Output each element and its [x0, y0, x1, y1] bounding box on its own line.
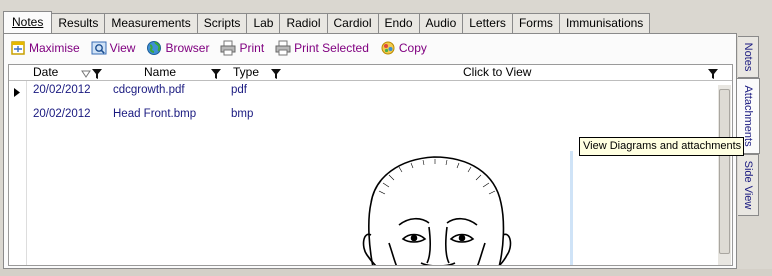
row-date: 20/02/2012 — [33, 108, 91, 120]
copy-button[interactable]: Copy — [378, 38, 431, 58]
tab-bar: Notes Results Measurements Scripts Lab R… — [3, 11, 651, 33]
print-button[interactable]: Print — [218, 38, 268, 58]
row-date: 20/02/2012 — [33, 84, 91, 96]
side-tab-label: Side View — [742, 160, 754, 210]
filter-icon[interactable] — [211, 68, 221, 79]
print-selected-button[interactable]: Print Selected — [273, 38, 373, 58]
tooltip: View Diagrams and attachments — [579, 137, 744, 156]
copy-icon — [380, 40, 396, 56]
tab-audio[interactable]: Audio — [418, 13, 464, 33]
preview-divider — [570, 151, 573, 265]
tab-lab[interactable]: Lab — [246, 13, 281, 33]
sort-descending-icon[interactable] — [81, 68, 91, 78]
tab-immunisations[interactable]: Immunisations — [558, 13, 651, 33]
printer-icon — [220, 40, 236, 56]
tab-endo[interactable]: Endo — [377, 13, 420, 33]
maximise-icon — [10, 40, 26, 56]
print-label: Print — [239, 41, 265, 55]
globe-icon — [146, 40, 162, 56]
row-name: cdcgrowth.pdf — [113, 84, 185, 96]
column-name[interactable]: Name — [144, 65, 176, 81]
tab-notes[interactable]: Notes — [3, 11, 53, 33]
maximise-label: Maximise — [29, 41, 80, 55]
row-selector-column — [9, 81, 27, 265]
scrollbar-thumb[interactable] — [719, 89, 730, 254]
tab-forms[interactable]: Forms — [511, 13, 560, 33]
column-click-to-view[interactable]: Click to View — [463, 65, 531, 81]
filter-icon[interactable] — [92, 68, 102, 79]
row-type: bmp — [231, 108, 254, 120]
current-row-arrow-icon — [14, 88, 20, 97]
side-tab-notes[interactable]: Notes — [738, 36, 759, 78]
view-label: View — [109, 41, 136, 55]
app-window: Notes Results Measurements Scripts Lab R… — [0, 0, 772, 276]
print-selected-label: Print Selected — [294, 41, 369, 55]
copy-label: Copy — [398, 41, 427, 55]
maximise-button[interactable]: Maximise — [8, 38, 84, 58]
tab-radiol[interactable]: Radiol — [279, 13, 328, 33]
tab-letters[interactable]: Letters — [462, 13, 513, 33]
view-icon — [91, 40, 107, 56]
column-date[interactable]: Date — [33, 65, 58, 81]
grid-header: Date Name Type Click to View — [9, 65, 732, 81]
row-name: Head Front.bmp — [113, 108, 197, 120]
attachments-grid: Date Name Type Click to View 20/02/2012 … — [8, 64, 733, 266]
tab-label: Notes — [12, 15, 44, 29]
head-front-diagram[interactable] — [359, 151, 529, 266]
tab-results[interactable]: Results — [51, 13, 106, 33]
column-type[interactable]: Type — [233, 65, 259, 81]
vertical-scrollbar[interactable] — [718, 85, 731, 265]
view-button[interactable]: View — [89, 38, 140, 58]
row-type: pdf — [231, 84, 247, 96]
printer-icon — [275, 40, 291, 56]
tab-cardiol[interactable]: Cardiol — [326, 13, 379, 33]
filter-icon[interactable] — [708, 68, 718, 79]
toolbar: Maximise View Browser Print Print Select… — [8, 38, 436, 58]
tab-scripts[interactable]: Scripts — [196, 13, 248, 33]
browser-button[interactable]: Browser — [144, 38, 213, 58]
side-tab-side-view[interactable]: Side View — [738, 154, 759, 216]
side-tab-label: Notes — [742, 42, 754, 72]
tab-measurements[interactable]: Measurements — [104, 13, 198, 33]
browser-label: Browser — [165, 41, 210, 55]
bottom-edge — [0, 269, 772, 276]
filter-icon[interactable] — [271, 68, 281, 79]
